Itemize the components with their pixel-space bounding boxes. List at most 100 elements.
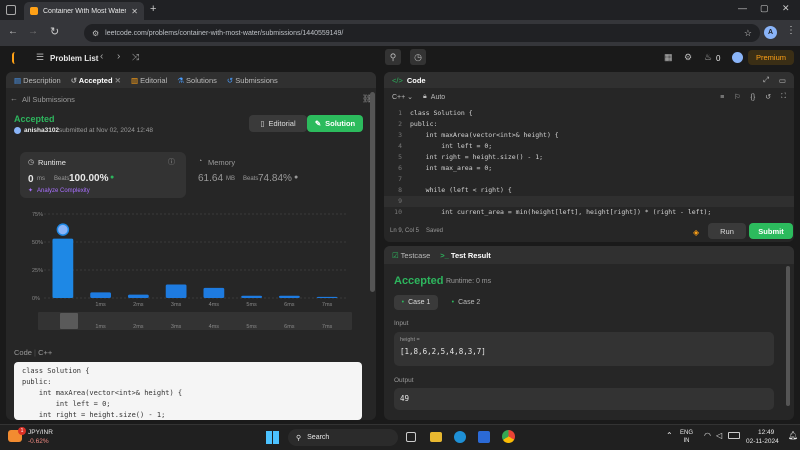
problem-list-icon[interactable]: ☰	[36, 52, 44, 63]
forward-icon[interactable]: →	[28, 26, 38, 37]
maximize-icon[interactable]: ▢	[760, 3, 769, 14]
close-tab-x[interactable]: ✕	[115, 76, 121, 85]
battery-icon[interactable]	[728, 432, 740, 439]
analyze-complexity-link[interactable]: Analyze Complexity	[37, 188, 90, 194]
all-submissions-link[interactable]: All Submissions	[22, 95, 75, 104]
browser-menu-icon[interactable]: ⋮	[786, 25, 796, 36]
user-small-avatar[interactable]	[14, 127, 21, 134]
prev-problem-icon[interactable]: ‹	[100, 51, 103, 62]
tab-editorial[interactable]: ▥ Editorial	[131, 76, 167, 85]
editor-line[interactable]: 10 int current_area = min(height[left], …	[384, 207, 794, 216]
leetcode-header: ☰ Problem List ‹ › ⤨ ⚲ ◷ ▦ ⚙ ♨ 0 Premium	[0, 46, 800, 70]
tab-solutions[interactable]: ⚗ Solutions	[177, 76, 217, 85]
fire-icon[interactable]: ♨	[704, 52, 712, 63]
case-1-tab[interactable]: • Case 1	[394, 295, 438, 310]
braces-icon[interactable]: {}	[751, 94, 756, 101]
code-header: Code | C++	[14, 348, 53, 357]
tab-test-result[interactable]: >_ Test Result	[440, 251, 491, 260]
problem-list-link[interactable]: Problem List	[50, 54, 98, 63]
tab-search-icon[interactable]	[6, 5, 16, 15]
next-problem-icon[interactable]: ›	[117, 51, 120, 62]
left-scrollbar[interactable]	[370, 92, 375, 292]
close-window-icon[interactable]: ✕	[782, 3, 790, 14]
lightbulb-icon[interactable]: ◈	[693, 228, 699, 237]
store-icon[interactable]	[478, 431, 490, 443]
clock-icon: ◷	[28, 159, 35, 166]
editor-line[interactable]: 4 int left = 0;	[384, 141, 794, 152]
submitter-name[interactable]: anisha3102	[24, 127, 59, 134]
clock-time[interactable]: 12:49	[758, 429, 774, 436]
editor-line[interactable]: 8 while (left < right) {	[384, 185, 794, 196]
settings-gear-icon[interactable]: ⚙	[684, 52, 692, 63]
new-tab-button[interactable]: +	[150, 3, 156, 15]
reset-icon[interactable]: ↺	[765, 93, 771, 101]
info-icon[interactable]: ⓘ	[168, 157, 175, 167]
code-tab-title[interactable]: Code	[407, 76, 426, 85]
chrome-icon[interactable]	[502, 430, 515, 443]
url-text[interactable]: leetcode.com/problems/container-with-mos…	[105, 30, 738, 37]
run-button[interactable]: Run	[708, 223, 746, 239]
leetcode-logo-icon[interactable]	[12, 52, 22, 64]
editor-line[interactable]: 2 public:	[384, 119, 794, 130]
minimize-icon[interactable]: —	[738, 3, 747, 13]
profile-avatar[interactable]: A	[764, 26, 777, 39]
tab-submissions[interactable]: ↺ Submissions	[227, 76, 278, 85]
ticker-name[interactable]: JPY/INR	[28, 429, 53, 436]
user-avatar[interactable]	[732, 52, 743, 63]
case-2-tab[interactable]: • Case 2	[444, 295, 488, 310]
param-value: [1,8,6,2,5,4,8,3,7]	[400, 347, 486, 356]
windows-start-icon[interactable]	[266, 431, 279, 444]
solution-button[interactable]: ✎ Solution	[307, 115, 363, 132]
bookmark-icon[interactable]: ⚐	[734, 93, 740, 101]
shuffle-icon[interactable]: ⤨	[132, 52, 139, 63]
editorial-button[interactable]: ▯ Editorial	[249, 115, 307, 132]
browser-tab[interactable]: Container With Most Water - Le ✕	[24, 2, 144, 20]
code-editor[interactable]: 1 class Solution {2 public: 3 int maxArea(v…	[384, 108, 794, 216]
close-tab-icon[interactable]: ✕	[131, 7, 138, 16]
bookmark-star-icon[interactable]: ☆	[744, 28, 752, 39]
edge-icon[interactable]	[454, 431, 466, 443]
code-tab-icon: </>	[392, 75, 403, 85]
memory-unit: MB	[226, 176, 235, 182]
test-scrollbar[interactable]	[786, 266, 790, 406]
tab-testcase[interactable]: ☑ Testcase	[392, 251, 430, 260]
editor-line[interactable]: 1 class Solution {	[384, 108, 794, 119]
editor-line[interactable]: 5 int right = height.size() - 1;	[384, 152, 794, 163]
reload-icon[interactable]: ↻	[50, 25, 59, 38]
editor-line[interactable]: 3 int maxArea(vector<int>& height) {	[384, 130, 794, 141]
task-view-icon[interactable]	[406, 432, 416, 442]
timer-icon[interactable]: ◷	[410, 49, 426, 65]
address-bar[interactable]: ⚙ leetcode.com/problems/container-with-m…	[84, 24, 760, 42]
collapse-icon[interactable]: ▭	[779, 76, 786, 85]
lang-top: ENG	[680, 430, 694, 436]
language-indicator[interactable]: ENG IN	[680, 429, 693, 445]
tab-accepted[interactable]: ↺ Accepted ✕	[71, 76, 121, 85]
editor-line[interactable]: 6 int max_area = 0;	[384, 163, 794, 174]
submit-button[interactable]: Submit	[749, 223, 793, 239]
premium-button[interactable]: Premium	[748, 50, 794, 65]
debug-icon[interactable]: ⚲	[385, 49, 401, 65]
editor-line[interactable]: 7	[384, 174, 794, 185]
wifi-icon[interactable]: ◠	[704, 431, 711, 440]
editor-line[interactable]: 9	[384, 196, 794, 207]
taskbar-search[interactable]: ⚲ Search	[288, 429, 398, 446]
search-icon: ⚲	[296, 434, 302, 442]
line-text: while (left < right) {	[410, 186, 512, 194]
fullscreen-icon[interactable]: ⛶	[781, 93, 786, 101]
file-explorer-icon[interactable]	[430, 432, 442, 442]
line-text: int current_area = min(height[left], hei…	[410, 208, 712, 216]
language-select[interactable]: C++ ⌄	[392, 93, 413, 101]
clock-date[interactable]: 02-11-2024	[746, 438, 779, 445]
back-icon[interactable]: ←	[8, 26, 18, 37]
tray-chevron-icon[interactable]: ⌃	[666, 431, 673, 440]
expand-icon[interactable]: ⤢	[763, 75, 769, 85]
auto-label[interactable]: Auto	[431, 94, 445, 101]
notification-bell-icon[interactable]: 🔔︎	[788, 431, 798, 440]
layout-icon[interactable]: ▦	[664, 52, 673, 63]
tab-description[interactable]: ▤ Description	[14, 76, 61, 85]
volume-icon[interactable]: ◁	[716, 431, 722, 440]
y-tick-label: 75%	[32, 212, 43, 218]
notes-icon[interactable]: ≡	[720, 94, 724, 101]
back-arrow-icon[interactable]: ←	[10, 94, 18, 103]
site-info-icon[interactable]: ⚙	[92, 29, 99, 38]
